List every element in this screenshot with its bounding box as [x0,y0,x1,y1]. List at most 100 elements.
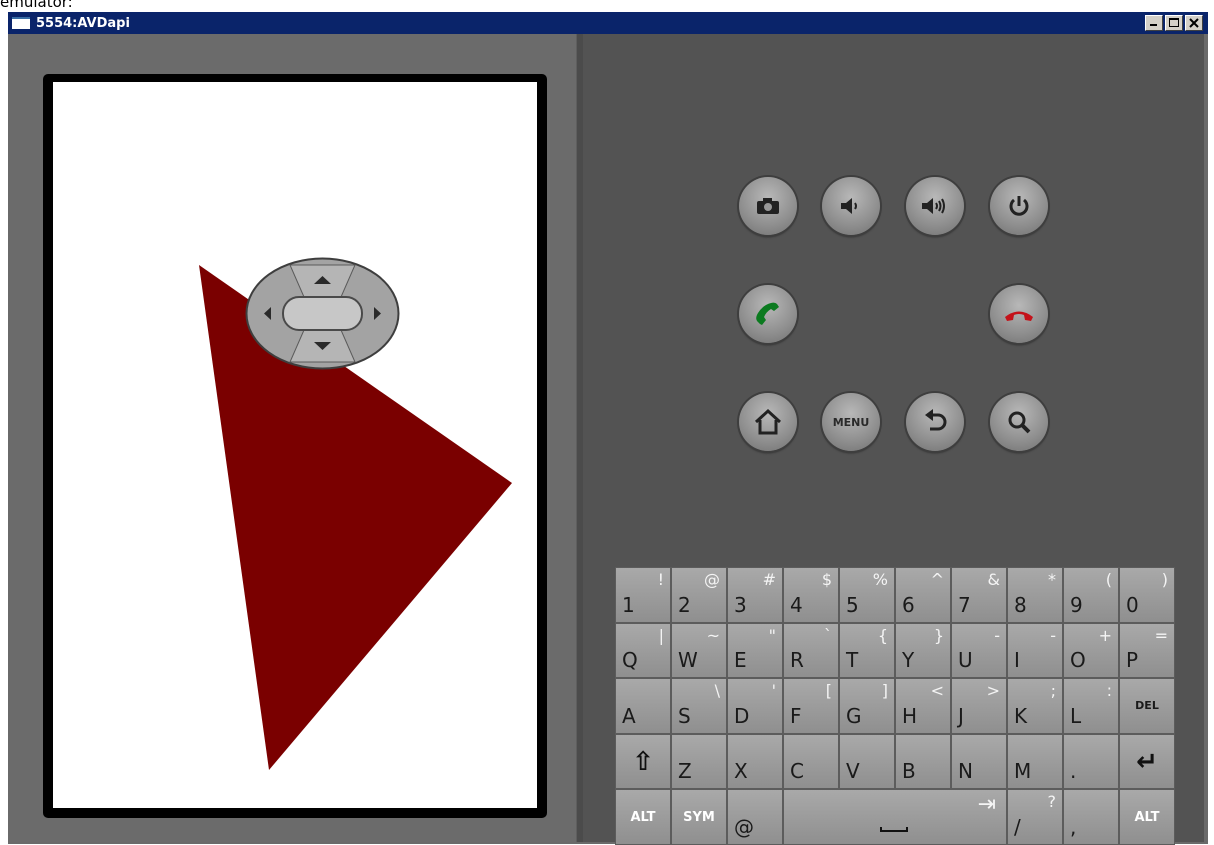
at-label: @ [734,814,754,839]
key-0-6[interactable]: 7 & [951,567,1007,623]
key-2-0[interactable]: A [615,678,671,734]
key-2-7[interactable]: K; [1007,678,1063,734]
home-button[interactable] [739,393,797,451]
key-alt-label: " [768,625,776,645]
key-2-4[interactable]: G] [839,678,895,734]
key-0-8[interactable]: 9( [1063,567,1119,623]
key-label: 4 [790,592,803,617]
panel-divider [576,34,583,842]
key-2-3[interactable]: F[ [783,678,839,734]
key-0-0[interactable]: 1! [615,567,671,623]
key-1-2[interactable]: E " [727,622,783,679]
key-alt-label: & [987,570,1000,589]
key-3-8[interactable]: . [1063,733,1119,790]
key-0-2[interactable]: 3 # [727,567,783,623]
volume-down-icon [841,198,857,214]
volume-down-button[interactable] [822,177,880,235]
key-1-7[interactable]: I- [1007,622,1063,679]
key-alt-label: ' [771,681,776,701]
key-3-6[interactable]: N [951,733,1007,790]
alt-left-label: ALT [630,809,656,825]
space-bar-icon [880,826,908,832]
alt-right-key[interactable]: ALT [1119,789,1175,845]
key-1-8[interactable]: O + [1063,622,1119,679]
key-0-7[interactable]: 8 * [1007,567,1063,623]
key-alt-label: ` [824,625,832,645]
key-label: U [958,648,973,673]
key-2-1[interactable]: S \ [671,678,727,734]
key-0-5[interactable]: 6 ^ [895,567,951,623]
key-0-4[interactable]: 5% [839,567,895,623]
close-button[interactable] [1185,15,1203,31]
key-label: Y [902,648,915,673]
key-3-4[interactable]: V [839,733,895,790]
key-2-6[interactable]: J > [951,678,1007,734]
volume-up-button[interactable] [906,177,964,235]
key-1-0[interactable]: Q | [615,622,671,679]
camera-icon [757,198,779,214]
key-label: P [1126,648,1139,673]
key-alt-label: : [1106,681,1112,701]
maximize-button[interactable] [1165,15,1183,31]
key-3-7[interactable]: M [1007,733,1063,790]
key-0-9[interactable]: 0) [1119,567,1175,623]
key-2-9[interactable]: DEL [1119,678,1175,734]
title-bar[interactable]: 5554:AVDapi [8,12,1208,34]
key-alt-label: + [1098,625,1112,645]
shift-icon: ⇧ [632,746,654,777]
key-1-3[interactable]: R ` [783,622,839,679]
key-2-2[interactable]: D ' [727,678,783,734]
back-icon [925,409,947,431]
key-1-4[interactable]: T{ [839,622,895,679]
key-label: L [1070,703,1082,728]
key-0-1[interactable]: 2 @ [671,567,727,623]
power-button[interactable] [990,177,1048,235]
key-label: 2 [678,592,691,617]
space-key[interactable]: ⇥ [783,789,1007,845]
key-0-3[interactable]: 4 $ [783,567,839,623]
delete-key-label: DEL [1135,699,1159,713]
key-alt-label: ~ [706,625,720,645]
minimize-button[interactable] [1145,15,1163,31]
key-3-9[interactable]: ↵ [1119,733,1175,790]
slash-key[interactable]: /? [1007,789,1063,845]
key-alt-label: { [877,625,888,645]
dpad-center[interactable] [282,296,363,331]
call-button[interactable] [739,285,797,343]
key-alt-label: ^ [930,570,944,589]
camera-button[interactable] [739,177,797,235]
key-2-5[interactable]: H < [895,678,951,734]
end-call-button[interactable] [990,285,1048,343]
key-label: 0 [1126,592,1139,617]
key-3-1[interactable]: Z [671,733,727,790]
key-3-2[interactable]: X [727,733,783,790]
at-key[interactable]: @ [727,789,783,845]
back-button[interactable] [906,393,964,451]
device-panel [10,34,576,842]
key-label: J [958,703,964,728]
search-icon [1008,411,1031,434]
key-alt-label: @ [704,570,720,589]
key-2-8[interactable]: L: [1063,678,1119,734]
menu-button[interactable]: MENU [822,393,880,451]
dpad[interactable] [245,257,400,370]
comma-key[interactable]: , [1063,789,1119,845]
alt-left-key[interactable]: ALT [615,789,671,845]
key-alt-label: = [1154,625,1168,645]
key-1-1[interactable]: W ~ [671,622,727,679]
key-1-5[interactable]: Y} [895,622,951,679]
sym-key[interactable]: SYM [671,789,727,845]
key-3-0[interactable]: ⇧ [615,733,671,790]
emulator-window: 5554:AVDapi MENU 1 ! 2 @ 3 # 4 $ 5 % 6 ^… [8,12,1208,845]
question-label: ? [1047,792,1057,812]
search-button[interactable] [990,393,1048,451]
key-1-6[interactable]: U- [951,622,1007,679]
key-3-5[interactable]: B [895,733,951,790]
key-1-9[interactable]: P = [1119,622,1175,679]
key-label: S [678,703,691,728]
key-label: H [902,703,918,728]
key-label: D [734,703,750,728]
key-label: V [846,759,860,784]
device-screen[interactable] [53,82,537,808]
key-3-3[interactable]: C [783,733,839,790]
